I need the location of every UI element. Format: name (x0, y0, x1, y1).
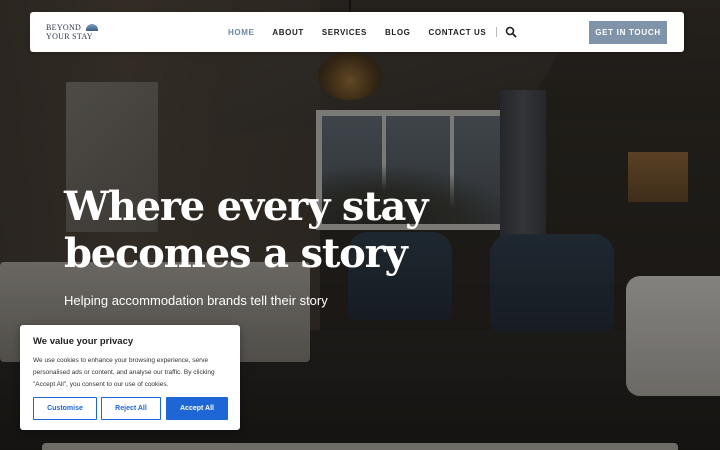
logo-line-2: YOUR STAY (46, 32, 93, 41)
site-header: BEYOND YOUR STAY HOME ABOUT SERVICES BLO… (30, 12, 684, 52)
logo-mark-icon (86, 24, 98, 31)
get-in-touch-button[interactable]: GET IN TOUCH (589, 21, 667, 44)
accept-all-button[interactable]: Accept All (166, 397, 228, 420)
cookie-buttons: Customise Reject All Accept All (33, 397, 228, 420)
customise-button[interactable]: Customise (33, 397, 97, 420)
reject-all-button[interactable]: Reject All (101, 397, 161, 420)
site-logo[interactable]: BEYOND YOUR STAY (46, 23, 102, 43)
next-section-edge (42, 443, 678, 450)
search-icon[interactable] (505, 26, 517, 38)
nav-home[interactable]: HOME (228, 28, 254, 37)
main-nav: HOME ABOUT SERVICES BLOG CONTACT US (228, 12, 517, 52)
nav-contact-us[interactable]: CONTACT US (429, 28, 487, 37)
hero-title: Where every stay becomes a story (64, 183, 428, 277)
nav-blog[interactable]: BLOG (385, 28, 411, 37)
cookie-consent-banner: We value your privacy We use cookies to … (20, 325, 240, 430)
nav-services[interactable]: SERVICES (322, 28, 367, 37)
nav-divider (496, 27, 498, 37)
cookie-title: We value your privacy (33, 336, 134, 347)
cookie-text: We use cookies to enhance your browsing … (33, 357, 215, 388)
hero-subtitle: Helping accommodation brands tell their … (64, 293, 328, 308)
nav-about[interactable]: ABOUT (272, 28, 303, 37)
